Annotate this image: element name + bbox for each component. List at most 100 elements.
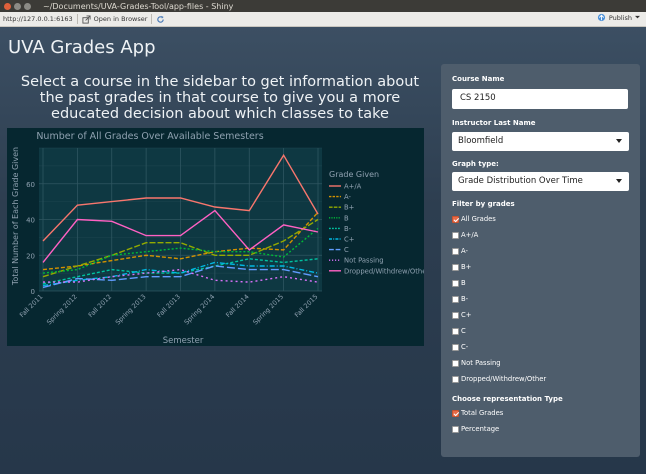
graph-type-label: Graph type: [452, 160, 499, 168]
checkbox-box[interactable] [452, 327, 459, 335]
y-tick-label: 0 [31, 288, 35, 296]
representation-label: Choose representation Type [452, 395, 563, 403]
window-titlebar: ~/Documents/UVA-Grades-Tool/app-files - … [0, 0, 646, 12]
maximize-window-icon[interactable] [24, 2, 31, 10]
checkbox-label: Total Grades [461, 409, 504, 417]
open-browser-icon [82, 14, 91, 24]
course-name-label: Course Name [452, 75, 505, 83]
checkbox-label: A+/A [461, 231, 479, 239]
filter-label: Filter by grades [452, 200, 515, 208]
instructor-select[interactable]: Bloomfield [452, 132, 629, 151]
grade-filter-checkbox-10[interactable]: Dropped/Withdrew/Other [452, 375, 546, 383]
graph-type-select[interactable]: Grade Distribution Over Time [452, 172, 629, 191]
close-window-icon[interactable] [4, 2, 11, 10]
shiny-app: UVA Grades App Select a course in the si… [0, 27, 646, 474]
chart-legend: A+/A A- B+ B B- C+ C Not Passing Dropped/Withdre… [329, 183, 429, 275]
checkbox-label: C+ [461, 311, 472, 319]
chevron-down-icon [616, 139, 622, 143]
checkbox-box[interactable] [452, 409, 459, 417]
chart-title: Number of All Grades Over Available Seme… [36, 131, 263, 142]
checkbox-box[interactable] [452, 247, 459, 255]
grade-filter-checkbox-1[interactable]: A+/A [452, 231, 478, 239]
instructor-label: Instructor Last Name [452, 119, 536, 127]
checkbox-label: Not Passing [461, 359, 501, 367]
checkbox-box[interactable] [452, 311, 459, 319]
legend-label: A- [344, 193, 352, 201]
x-tick-label: Fall 2011 [18, 293, 44, 319]
sidebar-panel: Course Name CS 2150 Instructor Last Name… [441, 64, 640, 457]
checkbox-box[interactable] [452, 425, 459, 433]
grade-filter-checkbox-4[interactable]: B [452, 279, 466, 287]
checkbox-box[interactable] [452, 359, 459, 367]
chart-legend-title: Grade Given [329, 170, 379, 179]
page-title: UVA Grades App [8, 37, 156, 58]
chevron-down-icon [635, 15, 640, 19]
chart-x-axis-label: Semester [163, 336, 204, 346]
legend-label: Dropped/Withdrew/Other [344, 267, 424, 275]
course-name-input[interactable]: CS 2150 [452, 89, 628, 109]
toolbar-divider [151, 14, 153, 24]
checkbox-label: All Grades [461, 215, 496, 223]
legend-label: B+ [344, 204, 354, 212]
y-tick-label: 40 [26, 217, 35, 225]
x-tick-label: Spring 2012 [45, 293, 79, 327]
grade-filter-checkbox-7[interactable]: C [452, 327, 466, 335]
publish-label: Publish [608, 13, 632, 22]
x-tick-label: Spring 2014 [183, 293, 217, 327]
grade-filter-checkbox-3[interactable]: B+ [452, 263, 471, 271]
checkbox-label: B+ [461, 263, 472, 271]
grade-filter-checkbox-8[interactable]: C- [452, 343, 468, 351]
refresh-icon[interactable] [156, 15, 165, 24]
minimize-window-icon[interactable] [14, 2, 21, 10]
x-tick-label: Spring 2013 [114, 293, 148, 327]
line-chart: 0204060Fall 2011 Spring 2012 Fall 2012 Spri… [11, 131, 429, 346]
representation-checkbox-1[interactable]: Percentage [452, 425, 499, 433]
url-display: http://127.0.0.1:6163 [3, 15, 73, 23]
window-title: ~/Documents/UVA-Grades-Tool/app-files - … [43, 1, 234, 11]
legend-label: C+ [344, 236, 354, 244]
open-in-browser-label: Open in Browser [93, 15, 148, 23]
checkbox-label: Dropped/Withdrew/Other [461, 375, 547, 383]
grade-filter-checkbox-9[interactable]: Not Passing [452, 359, 501, 367]
legend-label: B [344, 214, 349, 222]
grade-filter-checkbox-5[interactable]: B- [452, 295, 468, 303]
grade-filter-checkbox-2[interactable]: A- [452, 247, 468, 255]
toolbar-divider [76, 14, 78, 24]
publish-button[interactable]: Publish [597, 13, 640, 22]
checkbox-box[interactable] [452, 295, 459, 303]
x-tick-label: Fall 2014 [224, 293, 250, 319]
instructions-heading: Select a course in the sidebar to get in… [20, 74, 420, 122]
checkbox-box[interactable] [452, 375, 459, 383]
graph-type-select-value: Grade Distribution Over Time [458, 176, 583, 186]
x-tick-label: Fall 2013 [155, 293, 181, 319]
chart-y-axis-label: Total Number of Each Grade Given [11, 147, 20, 286]
checkbox-box[interactable] [452, 263, 459, 271]
legend-label: C [344, 246, 349, 254]
representation-checkbox-0[interactable]: Total Grades [452, 409, 503, 417]
y-tick-label: 20 [26, 252, 35, 260]
checkbox-box[interactable] [452, 231, 459, 239]
x-tick-label: Spring 2015 [251, 293, 285, 327]
checkbox-label: C [461, 327, 466, 335]
open-in-browser-button[interactable]: Open in Browser [82, 14, 148, 24]
grade-filter-checkbox-0[interactable]: All Grades [452, 215, 496, 223]
checkbox-label: Percentage [461, 425, 500, 433]
checkbox-label: A- [461, 247, 468, 255]
legend-label: Not Passing [344, 257, 384, 265]
y-tick-label: 60 [26, 181, 35, 189]
checkbox-label: C- [461, 343, 469, 351]
checkbox-label: B- [461, 295, 469, 303]
checkbox-box[interactable] [452, 215, 459, 223]
chart-container: 0 20 40 60 Fall 2011 Spring 2012 Fall 2012 Spri… [7, 128, 429, 346]
checkbox-box[interactable] [452, 343, 459, 351]
x-tick-label: Fall 2015 [293, 293, 319, 319]
chevron-down-icon [616, 179, 622, 183]
legend-label: A+/A [344, 183, 362, 191]
viewer-toolbar: http://127.0.0.1:6163 Open in Browser Pu… [0, 12, 646, 27]
grade-filter-checkbox-6[interactable]: C+ [452, 311, 471, 319]
checkbox-box[interactable] [452, 279, 459, 287]
checkbox-label: B [461, 279, 466, 287]
x-tick-label: Fall 2012 [87, 293, 113, 319]
legend-label: B- [344, 225, 352, 233]
instructor-select-value: Bloomfield [458, 136, 504, 146]
